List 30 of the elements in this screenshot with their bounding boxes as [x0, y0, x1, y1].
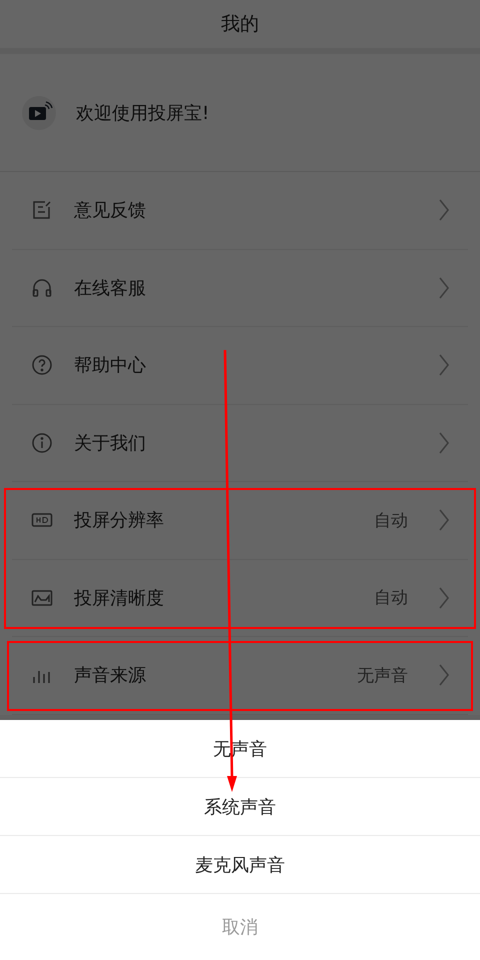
chevron-right-icon: [438, 663, 450, 688]
settings-row[interactable]: 帮助中心: [12, 327, 468, 404]
settings-row[interactable]: 关于我们: [12, 404, 468, 482]
row-value: 自动: [374, 587, 408, 610]
row-label: 声音来源: [74, 664, 147, 688]
chevron-right-icon: [438, 276, 450, 300]
welcome-text: 欢迎使用投屏宝!: [76, 102, 210, 124]
row-label: 帮助中心: [74, 354, 147, 378]
row-label: 投屏分辨率: [74, 509, 165, 532]
cast-logo-icon: [22, 96, 56, 130]
row-label: 投屏清晰度: [74, 586, 165, 610]
settings-row[interactable]: 意见反馈: [12, 172, 468, 250]
row-label: 意见反馈: [74, 199, 147, 222]
chevron-right-icon: [438, 353, 450, 378]
chevron-right-icon: [438, 586, 450, 610]
info-icon: [30, 430, 54, 455]
settings-row[interactable]: 声音来源 无声音: [12, 637, 468, 714]
chevron-right-icon: [438, 430, 450, 455]
row-value: 自动: [374, 510, 408, 532]
chevron-right-icon: [438, 508, 450, 532]
settings-row[interactable]: 在线客服: [12, 250, 468, 327]
help-icon: [30, 353, 54, 378]
settings-row[interactable]: 投屏分辨率 自动: [12, 482, 468, 560]
row-label: 在线客服: [74, 276, 147, 300]
chevron-right-icon: [438, 198, 450, 222]
row-value: 无声音: [357, 664, 408, 687]
settings-row[interactable]: 投屏清晰度 自动: [12, 560, 468, 637]
row-label: 关于我们: [74, 432, 147, 455]
dim-overlay[interactable]: [0, 0, 480, 720]
page-title: 我的: [221, 12, 259, 37]
